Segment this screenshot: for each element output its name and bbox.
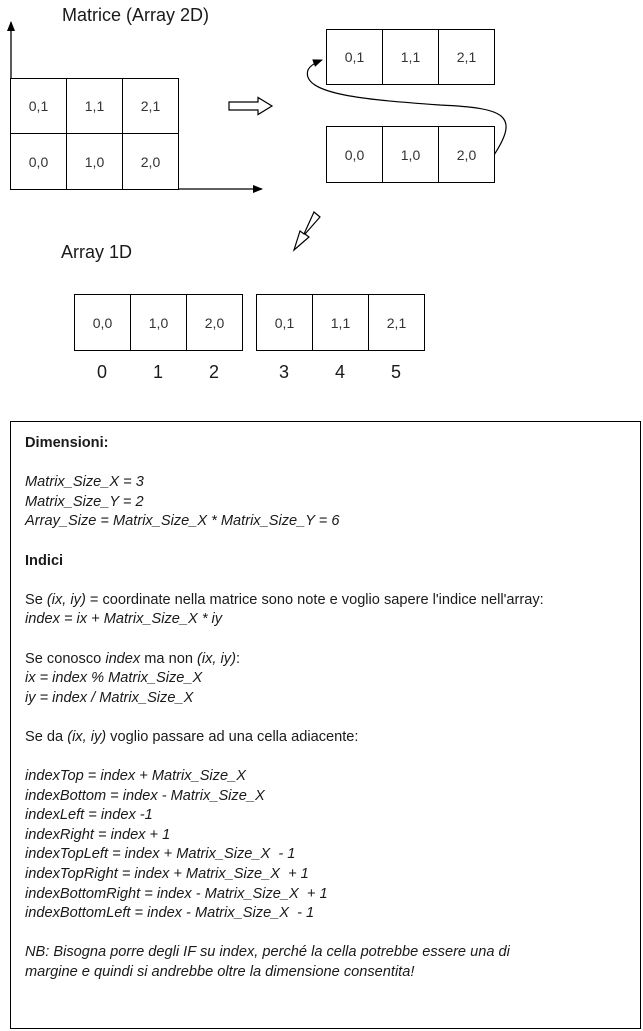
array-index: 5	[390, 362, 401, 382]
split-cell: 1,0	[382, 126, 439, 183]
diagram-connectors	[6, 21, 507, 252]
index-bottom-right-formula: indexBottomRight = index - Matrix_Size_X…	[25, 885, 328, 902]
split-cell: 2,0	[438, 126, 495, 183]
array1d-title: Array 1D	[61, 242, 133, 262]
array-size-formula: Array_Size = Matrix_Size_X * Matrix_Size…	[25, 513, 340, 530]
split-cell: 0,1	[326, 29, 383, 85]
split-cell: 0,0	[326, 126, 383, 183]
index-bottom-left-formula: indexBottomLeft = index - Matrix_Size_X …	[25, 905, 315, 922]
dimensioni-heading: Dimensioni:	[25, 435, 109, 451]
matrix-cell: 0,1	[10, 78, 67, 134]
array-cell: 1,1	[312, 294, 369, 351]
matrix-cell: 2,0	[122, 133, 179, 190]
ix-formula: ix = index % Matrix_Size_X	[25, 670, 203, 687]
iy-formula: iy = index / Matrix_Size_X	[25, 689, 194, 706]
matrix-cell: 0,0	[10, 133, 67, 190]
array-index: 0	[96, 362, 107, 382]
coords-fragment: (ix, iy)	[46, 591, 86, 608]
array-index: 2	[208, 362, 219, 382]
split-cell: 2,1	[438, 29, 495, 85]
array-cell: 0,1	[256, 294, 313, 351]
text-fragment: :	[235, 650, 240, 667]
matrix-cell: 1,1	[66, 78, 123, 134]
coords-fragment: (ix, iy)	[197, 650, 236, 667]
text-fragment: ma non	[140, 650, 198, 667]
text-fragment: Se da	[25, 728, 68, 745]
index-bottom-formula: indexBottom = index - Matrix_Size_X	[25, 787, 265, 804]
known-index-text: Se conosco index ma non (ix, iy):	[25, 650, 626, 670]
nb-note-line2: margine e quindi si andrebbe oltre la di…	[25, 964, 415, 981]
array-index: 4	[334, 362, 345, 382]
split-cell: 1,1	[382, 29, 439, 85]
hollow-right-arrow-icon	[228, 96, 274, 116]
index-fragment: index	[105, 650, 141, 667]
index-top-formula: indexTop = index + Matrix_Size_X	[25, 768, 246, 785]
array-cell: 0,0	[74, 294, 131, 351]
text-fragment: = coordinate nella matrice sono note e v…	[85, 591, 544, 608]
index-left-formula: indexLeft = index -1	[25, 807, 153, 824]
size-x-formula: Matrix_Size_X = 3	[25, 474, 144, 491]
array-cell: 2,0	[186, 294, 243, 351]
index-top-left-formula: indexTopLeft = index + Matrix_Size_X - 1	[25, 846, 296, 863]
coords-fragment: (ix, iy)	[67, 728, 107, 745]
size-y-formula: Matrix_Size_Y = 2	[25, 493, 144, 510]
matrix-cell: 1,0	[66, 133, 123, 190]
notes-box: Dimensioni: Matrix_Size_X = 3 Matrix_Siz…	[10, 421, 641, 1029]
matrix-cell: 2,1	[122, 78, 179, 134]
adjacent-text: Se da (ix, iy) voglio passare ad una cel…	[25, 728, 626, 748]
index-top-right-formula: indexTopRight = index + Matrix_Size_X + …	[25, 866, 309, 883]
array-cell: 2,1	[368, 294, 425, 351]
hollow-diagonal-arrow-icon	[292, 211, 321, 252]
text-fragment: voglio passare ad una cella adiacente:	[106, 728, 359, 745]
array-cell: 1,0	[130, 294, 187, 351]
nb-note-line1: NB: Bisogna porre degli IF su index, per…	[25, 944, 510, 961]
array-index: 3	[278, 362, 289, 382]
array-index: 1	[152, 362, 163, 382]
text-fragment: Se conosco	[25, 650, 106, 667]
index-formula: index = ix + Matrix_Size_X * iy	[25, 611, 223, 628]
index-right-formula: indexRight = index + 1	[25, 826, 171, 843]
text-fragment: Se	[25, 591, 47, 608]
indici-heading: Indici	[25, 552, 64, 569]
matrix-title: Matrice (Array 2D)	[62, 5, 210, 25]
known-coords-text: Se (ix, iy) = coordinate nella matrice s…	[25, 591, 626, 611]
